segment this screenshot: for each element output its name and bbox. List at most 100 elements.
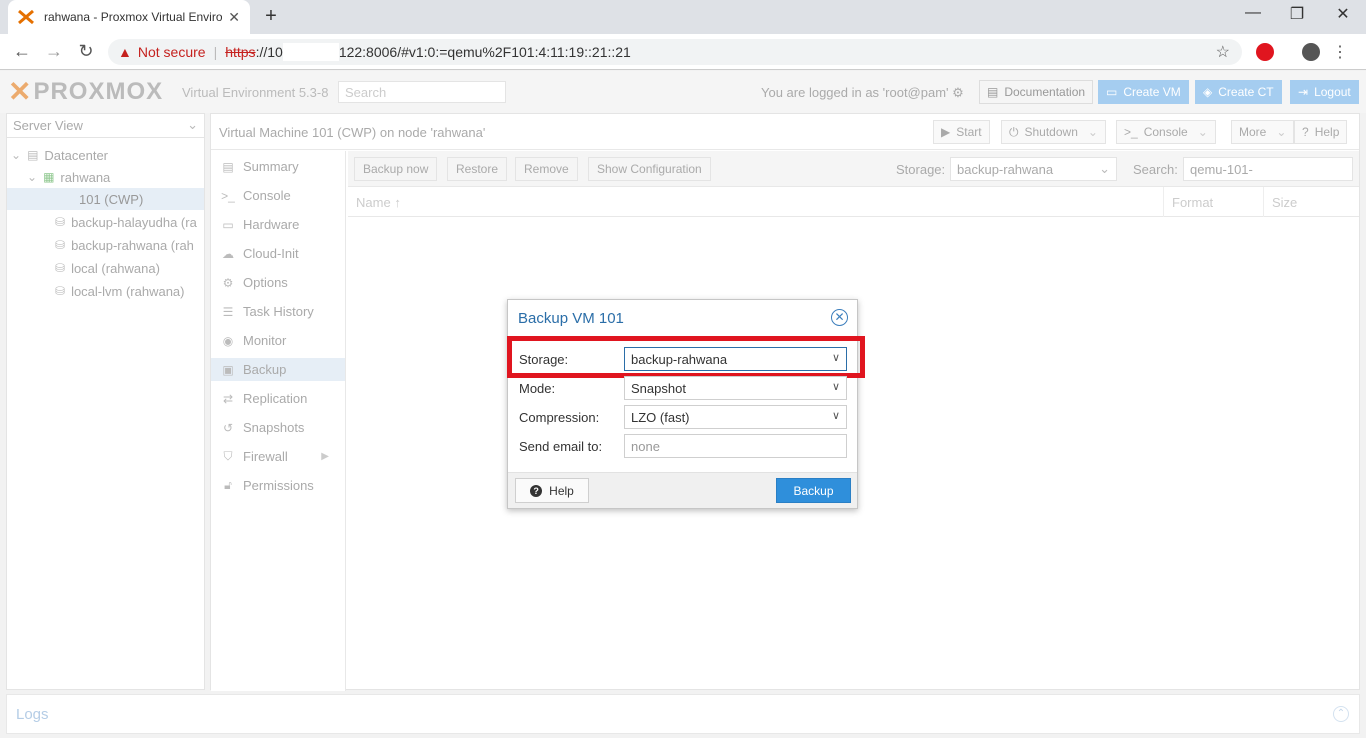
restore-button[interactable]: Restore	[447, 157, 508, 181]
bookmark-star-icon[interactable]: ☆	[1216, 42, 1230, 62]
console-button[interactable]: >_ Console ⌄	[1116, 120, 1216, 144]
new-tab-icon[interactable]: +	[260, 5, 282, 28]
chevron-down-icon: ⌄	[1197, 125, 1208, 139]
logout-button[interactable]: ⇥ Logout	[1290, 80, 1359, 104]
book-icon: ▤	[222, 159, 234, 174]
url-field[interactable]: ▲ Not secure | https ://10 122:8006/#v1:…	[108, 39, 1242, 65]
profile-avatar[interactable]	[1302, 43, 1320, 61]
nav-item-monitor[interactable]: ◉ Monitor	[211, 329, 345, 352]
tree-item-datacenter[interactable]: ⌄ ▤ Datacenter	[7, 144, 204, 166]
proxmox-logo: ✕ PROXMOX	[8, 78, 164, 106]
nav-item-firewall[interactable]: ⛉ Firewall ▶	[211, 445, 345, 468]
restore-window-icon[interactable]: ❐	[1274, 4, 1320, 24]
nav-item-hardware[interactable]: ▭ Hardware	[211, 213, 345, 236]
help-button[interactable]: ? Help	[1294, 120, 1348, 144]
tree-item-storage[interactable]: ⛁ backup-rahwana (rah	[7, 234, 204, 256]
compression-field-label: Compression:	[519, 410, 600, 425]
logs-panel: Logs ⌃	[6, 694, 1360, 734]
column-format[interactable]: Format	[1163, 187, 1263, 217]
remove-button[interactable]: Remove	[515, 157, 578, 181]
global-search-input[interactable]: Search	[338, 81, 506, 103]
nav-item-console[interactable]: >_ Console	[211, 184, 345, 207]
nav-label: Cloud-Init	[243, 246, 299, 261]
database-icon: ⛁	[55, 238, 66, 252]
documentation-button[interactable]: ▤ Documentation	[979, 80, 1094, 104]
backup-grid-header: Name ↑ Format Size	[348, 187, 1359, 217]
dialog-help-label: Help	[549, 483, 574, 498]
tree-label: Datacenter	[44, 147, 108, 163]
nav-item-permissions[interactable]: 🔓︎ Permissions	[211, 474, 345, 497]
tab-close-icon[interactable]: ✕	[228, 9, 240, 26]
nav-item-cloud-init[interactable]: ☁ Cloud-Init	[211, 242, 345, 265]
chevron-down-icon: ∨	[831, 381, 840, 393]
more-button[interactable]: More ⌄	[1231, 120, 1295, 144]
storage-value: backup-rahwana	[957, 162, 1054, 177]
nav-item-summary[interactable]: ▤ Summary	[211, 155, 345, 178]
forward-icon[interactable]: →	[42, 41, 66, 62]
expand-icon[interactable]: ⌃	[1333, 706, 1349, 722]
tree-label: backup-halayudha (ra	[71, 214, 197, 230]
nav-item-replication[interactable]: ⇄ Replication	[211, 387, 345, 410]
user-gear-icon[interactable]: ⚙	[952, 85, 964, 100]
search-input[interactable]: qemu-101-	[1183, 157, 1353, 181]
reload-icon[interactable]: ↻	[74, 41, 98, 62]
column-size[interactable]: Size	[1263, 187, 1359, 217]
create-ct-label: Create CT	[1218, 85, 1274, 99]
back-icon[interactable]: ←	[10, 41, 34, 62]
tree-item-node[interactable]: ⌄ ▦ rahwana	[7, 166, 204, 188]
logo-text: PROXMOX	[33, 78, 164, 105]
tree-item-storage[interactable]: ⛁ local-lvm (rahwana)	[7, 280, 204, 302]
mode-field-label: Mode:	[519, 381, 556, 396]
shutdown-button[interactable]: ⏻ Shutdown ⌄	[1001, 120, 1106, 144]
tree-item-storage[interactable]: ⛁ local (rahwana)	[7, 257, 204, 279]
terminal-icon: >_	[1124, 125, 1138, 139]
tree-label: local (rahwana)	[71, 260, 160, 276]
compression-field[interactable]: LZO (fast) ∨	[624, 405, 847, 429]
dialog-help-button[interactable]: ? Help	[515, 478, 589, 503]
close-icon[interactable]: ✕	[831, 309, 848, 326]
start-label: Start	[956, 125, 982, 139]
show-configuration-button[interactable]: Show Configuration	[588, 157, 711, 181]
mode-field[interactable]: Snapshot ∨	[624, 376, 847, 400]
question-icon: ?	[530, 484, 543, 497]
dialog-header: Backup VM 101 ✕	[508, 300, 857, 336]
cube-icon: ◈	[1203, 85, 1213, 99]
browser-menu-icon[interactable]: ⋮	[1332, 42, 1348, 62]
search-label: Search:	[1133, 162, 1178, 177]
database-icon: ⛁	[55, 284, 66, 298]
create-vm-button[interactable]: ▭ Create VM	[1098, 80, 1189, 104]
column-name[interactable]: Name ↑	[348, 187, 1163, 217]
storage-field-label: Storage:	[519, 352, 569, 367]
storage-field[interactable]: backup-rahwana ∨	[624, 347, 847, 371]
minimize-icon[interactable]: —	[1230, 4, 1276, 22]
desktop-icon: ▭	[222, 217, 234, 232]
start-button[interactable]: ▶ Start	[933, 120, 990, 144]
close-window-icon[interactable]: ✕	[1320, 4, 1366, 24]
nav-item-backup[interactable]: ▣ Backup	[211, 358, 345, 381]
nav-item-task-history[interactable]: ☰ Task History	[211, 300, 345, 323]
backup-toolbar: Backup now Restore Remove Show Configura…	[348, 151, 1359, 187]
nav-item-snapshots[interactable]: ↺ Snapshots	[211, 416, 345, 439]
create-ct-button[interactable]: ◈ Create CT	[1195, 80, 1282, 104]
nav-label: Monitor	[243, 333, 287, 348]
server-view-select[interactable]: Server View ⌄	[7, 114, 204, 138]
tree-label: 101 (CWP)	[79, 191, 144, 207]
storage-select[interactable]: backup-rahwana ⌄	[950, 157, 1117, 181]
backup-now-button[interactable]: Backup now	[354, 157, 438, 181]
logged-in-text: You are logged in as 'root@pam' ⚙	[761, 85, 964, 101]
tree-item-storage[interactable]: ⛁ backup-halayudha (ra	[7, 211, 204, 233]
vm-title: Virtual Machine 101 (CWP) on node 'rahwa…	[219, 125, 486, 140]
browser-tab[interactable]: rahwana - Proxmox Virtual Enviro ✕	[8, 0, 250, 34]
help-label: Help	[1314, 125, 1340, 139]
backup-button[interactable]: Backup	[776, 478, 851, 503]
extension-icon[interactable]	[1256, 43, 1274, 61]
tree-item-vm[interactable]: 101 (CWP)	[7, 188, 204, 210]
storage-row: Storage: backup-rahwana ∨	[507, 336, 865, 378]
logout-label: Logout	[1314, 85, 1351, 99]
tab-title: rahwana - Proxmox Virtual Enviro	[44, 10, 223, 24]
nav-label: Replication	[243, 391, 308, 406]
email-field[interactable]: none	[624, 434, 847, 458]
desktop-icon: ▭	[1106, 85, 1118, 99]
nav-item-options[interactable]: ⚙ Options	[211, 271, 345, 294]
nav-label: Summary	[243, 159, 299, 174]
